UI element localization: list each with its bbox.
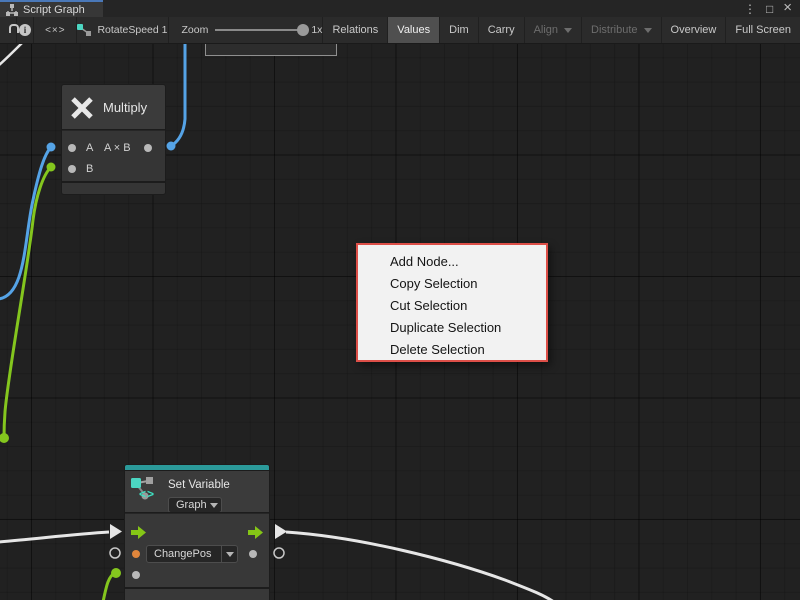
overview-button[interactable]: Overview [662, 17, 727, 43]
multiply-input-b-label: B [86, 163, 93, 175]
menu-item-copy-selection[interactable]: Copy Selection [358, 273, 546, 295]
flow-output-arrow-icon[interactable] [248, 526, 263, 539]
set-variable-node-header[interactable]: <> Set Variable Graph [125, 471, 269, 513]
distribute-label: Distribute [591, 24, 637, 36]
flow-input-arrow-icon[interactable] [131, 526, 146, 539]
tab-script-graph[interactable]: Script Graph [0, 0, 103, 17]
graph-icon [6, 4, 18, 16]
distribute-dropdown-button[interactable]: Distribute [582, 17, 661, 43]
multiply-node-body[interactable]: A A × B B [62, 130, 165, 181]
multiply-node-title: Multiply [103, 100, 147, 115]
multiply-output-port[interactable] [144, 144, 152, 152]
chevron-down-icon [222, 552, 237, 557]
zoom-slider-handle[interactable] [297, 24, 309, 36]
window-controls: ⋮ □ × [744, 0, 800, 17]
angle-brackets-icon: <×> [45, 25, 66, 36]
wire-endpoint-blue-out [167, 142, 176, 151]
variable-scope-dropdown[interactable]: Graph [168, 497, 222, 513]
info-icon: i [19, 24, 31, 36]
variable-scope-value: Graph [176, 499, 207, 511]
tab-bar: Script Graph ⋮ □ × [0, 0, 800, 17]
close-icon[interactable]: × [783, 0, 792, 15]
chevron-down-icon [207, 503, 221, 508]
dim-button[interactable]: Dim [440, 17, 479, 43]
maximize-icon[interactable]: □ [766, 3, 773, 15]
menu-item-delete-selection[interactable]: Delete Selection [358, 339, 546, 361]
zoom-label: Zoom [182, 24, 209, 36]
menu-item-add-node[interactable]: Add Node... [358, 251, 546, 273]
wire-white-flow-in [0, 532, 109, 542]
flow-arrowhead-out [275, 524, 287, 539]
flow-arrowhead-in [110, 524, 122, 539]
align-label: Align [534, 24, 558, 36]
multiply-node-header[interactable]: Multiply [62, 85, 165, 130]
zoom-value: 1x [311, 24, 322, 36]
graph-toolbar: i <×> RotateSpeed 1 Zoom 1x Relations Va… [0, 17, 800, 44]
context-menu: Add Node... Copy Selection Cut Selection… [356, 243, 548, 362]
script-graph-asset-icon [77, 24, 91, 36]
full-screen-button[interactable]: Full Screen [726, 17, 800, 43]
multiply-input-b-port[interactable] [68, 165, 76, 173]
lock-button[interactable] [0, 17, 17, 43]
variable-input-port[interactable] [132, 550, 140, 558]
wire-green-input [4, 167, 51, 438]
wire-blue-output [171, 44, 185, 146]
graph-canvas[interactable]: Multiply A A × B B <> Set Variable Grap [0, 44, 800, 600]
set-variable-node-title: Set Variable [168, 479, 230, 491]
values-button[interactable]: Values [388, 17, 440, 43]
tab-title: Script Graph [23, 4, 85, 16]
multiply-output-label: A × B [104, 142, 131, 154]
variable-name-dropdown[interactable]: ChangePos [146, 545, 238, 563]
align-dropdown-button[interactable]: Align [525, 17, 582, 43]
menu-item-duplicate-selection[interactable]: Duplicate Selection [358, 317, 546, 339]
set-variable-node-footer [125, 589, 269, 600]
variable-output-port[interactable] [249, 550, 257, 558]
proxy-port-circle-right[interactable] [274, 548, 284, 558]
proxy-port-circle-left[interactable] [110, 548, 120, 558]
variable-value-port[interactable] [132, 571, 140, 579]
zoom-control: Zoom 1x [169, 17, 324, 43]
wire-endpoint-green-bottom [111, 568, 121, 578]
relations-button[interactable]: Relations [323, 17, 388, 43]
wire-white-flow-out [286, 532, 554, 600]
chevron-down-icon [644, 28, 652, 33]
chevron-down-icon [564, 28, 572, 33]
wire-endpoint-green-far [0, 433, 9, 443]
info-button[interactable]: i [17, 17, 34, 43]
toolbar-popup-remnant [205, 43, 337, 56]
carry-button[interactable]: Carry [479, 17, 525, 43]
zoom-slider[interactable] [215, 29, 303, 31]
angle-brackets-button[interactable]: <×> [34, 17, 77, 43]
script-graph-window: Multiply A A × B B <> Set Variable Grap [0, 0, 800, 600]
wire-endpoint-blue [47, 143, 56, 152]
breadcrumb[interactable]: RotateSpeed 1 [77, 17, 168, 43]
wire-white-topleft [0, 44, 25, 66]
multiply-input-a-label: A [86, 142, 93, 154]
breadcrumb-label: RotateSpeed 1 [97, 24, 167, 36]
variable-name-value: ChangePos [154, 548, 212, 560]
set-variable-node-body[interactable]: ChangePos [125, 513, 269, 587]
multiply-input-a-port[interactable] [68, 144, 76, 152]
code-brackets-icon: <> [139, 487, 155, 501]
wire-endpoint-green [47, 163, 56, 172]
multiply-icon [69, 95, 95, 121]
kebab-menu-icon[interactable]: ⋮ [744, 3, 756, 15]
menu-item-cut-selection[interactable]: Cut Selection [358, 295, 546, 317]
multiply-node-footer [62, 183, 165, 194]
